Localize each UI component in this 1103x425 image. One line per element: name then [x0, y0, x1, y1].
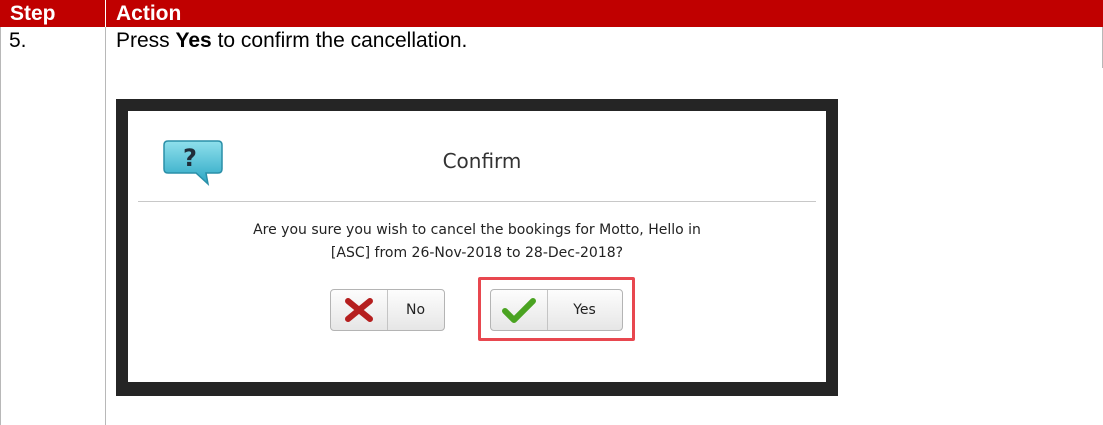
dialog-message-line2: [ASC] from 26-Nov-2018 to 28-Dec-2018?	[330, 245, 624, 261]
dialog-separator	[138, 201, 816, 202]
action-suffix: to confirm the cancellation.	[211, 29, 468, 52]
action-text: Press Yes to confirm the cancellation.	[116, 29, 467, 53]
no-button[interactable]: No	[330, 289, 445, 331]
dialog-message: Are you sure you wish to cancel the book…	[128, 219, 826, 265]
header-step: Step	[10, 2, 56, 25]
yes-highlight-box	[478, 277, 635, 341]
header-action: Action	[116, 2, 182, 25]
dialog-screenshot-frame: ? Confirm Are you sure you wish to cance…	[116, 99, 838, 396]
left-border	[0, 27, 1, 425]
table-header-row: Step Action	[0, 0, 1103, 27]
column-divider	[105, 27, 106, 425]
header-divider	[105, 0, 106, 27]
dialog-title: Confirm	[442, 149, 522, 173]
action-prefix: Press	[116, 29, 176, 52]
confirm-dialog: ? Confirm Are you sure you wish to cance…	[128, 111, 826, 382]
instruction-table: Step Action 5. Press Yes to confirm the …	[0, 0, 1103, 425]
red-x-icon	[331, 290, 388, 330]
dialog-message-line1: Are you sure you wish to cancel the book…	[253, 222, 701, 238]
action-bold: Yes	[175, 29, 212, 52]
step-number: 5.	[9, 29, 27, 52]
no-button-label: No	[405, 302, 426, 318]
